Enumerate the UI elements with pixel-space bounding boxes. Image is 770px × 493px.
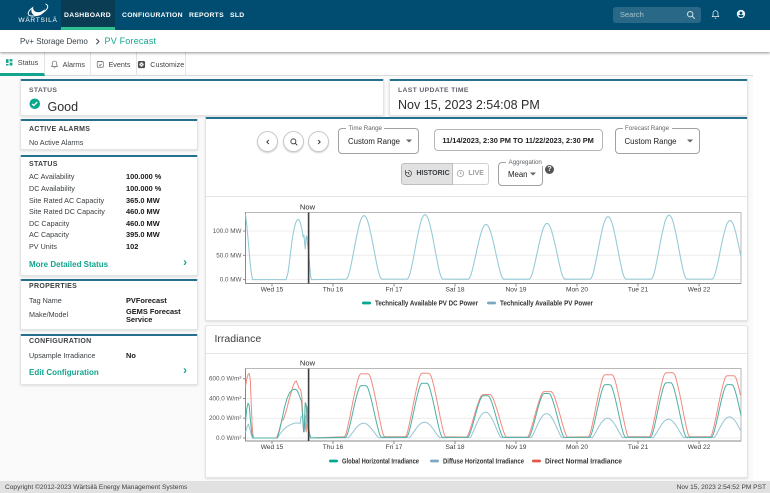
svg-text:Nov 19: Nov 19	[506, 444, 527, 451]
svg-text:Direct Normal Irradiance: Direct Normal Irradiance	[545, 459, 622, 466]
svg-text:600.0 W/m²: 600.0 W/m²	[209, 376, 242, 383]
svg-text:50.0 MW: 50.0 MW	[216, 252, 241, 259]
svg-text:Now: Now	[300, 203, 316, 212]
svg-text:Wed 22: Wed 22	[688, 287, 711, 294]
svg-text:100.0 MW: 100.0 MW	[213, 228, 242, 235]
svg-text:Sat 18: Sat 18	[445, 287, 464, 294]
svg-text:Wed 15: Wed 15	[261, 287, 284, 294]
svg-text:Wed 22: Wed 22	[688, 444, 711, 451]
svg-text:0.0 W/m²: 0.0 W/m²	[216, 435, 242, 442]
svg-text:Tue 21: Tue 21	[628, 444, 649, 451]
svg-text:200.0 W/m²: 200.0 W/m²	[209, 415, 242, 422]
svg-text:Technically Available PV DC Po: Technically Available PV DC Power	[375, 301, 478, 308]
svg-text:Wed 15: Wed 15	[261, 444, 284, 451]
svg-text:Mon 20: Mon 20	[566, 287, 588, 294]
svg-text:Nov 19: Nov 19	[506, 287, 527, 294]
svg-text:Technically Available PV Power: Technically Available PV Power	[500, 301, 593, 308]
svg-text:Diffuse Horizontal Irradiance: Diffuse Horizontal Irradiance	[443, 459, 524, 466]
svg-text:Tue 21: Tue 21	[628, 287, 649, 294]
svg-text:400.0 W/m²: 400.0 W/m²	[209, 396, 242, 403]
svg-text:Fri 17: Fri 17	[386, 287, 403, 294]
svg-text:0.0 MW: 0.0 MW	[220, 277, 242, 284]
svg-text:Now: Now	[300, 359, 316, 368]
svg-text:Global Horizontal Irradiance: Global Horizontal Irradiance	[342, 459, 419, 466]
svg-text:Mon 20: Mon 20	[566, 444, 588, 451]
svg-text:Thu 16: Thu 16	[323, 287, 344, 294]
svg-text:Sat 18: Sat 18	[445, 444, 464, 451]
svg-text:Fri 17: Fri 17	[386, 444, 403, 451]
svg-text:Thu 16: Thu 16	[323, 444, 344, 451]
